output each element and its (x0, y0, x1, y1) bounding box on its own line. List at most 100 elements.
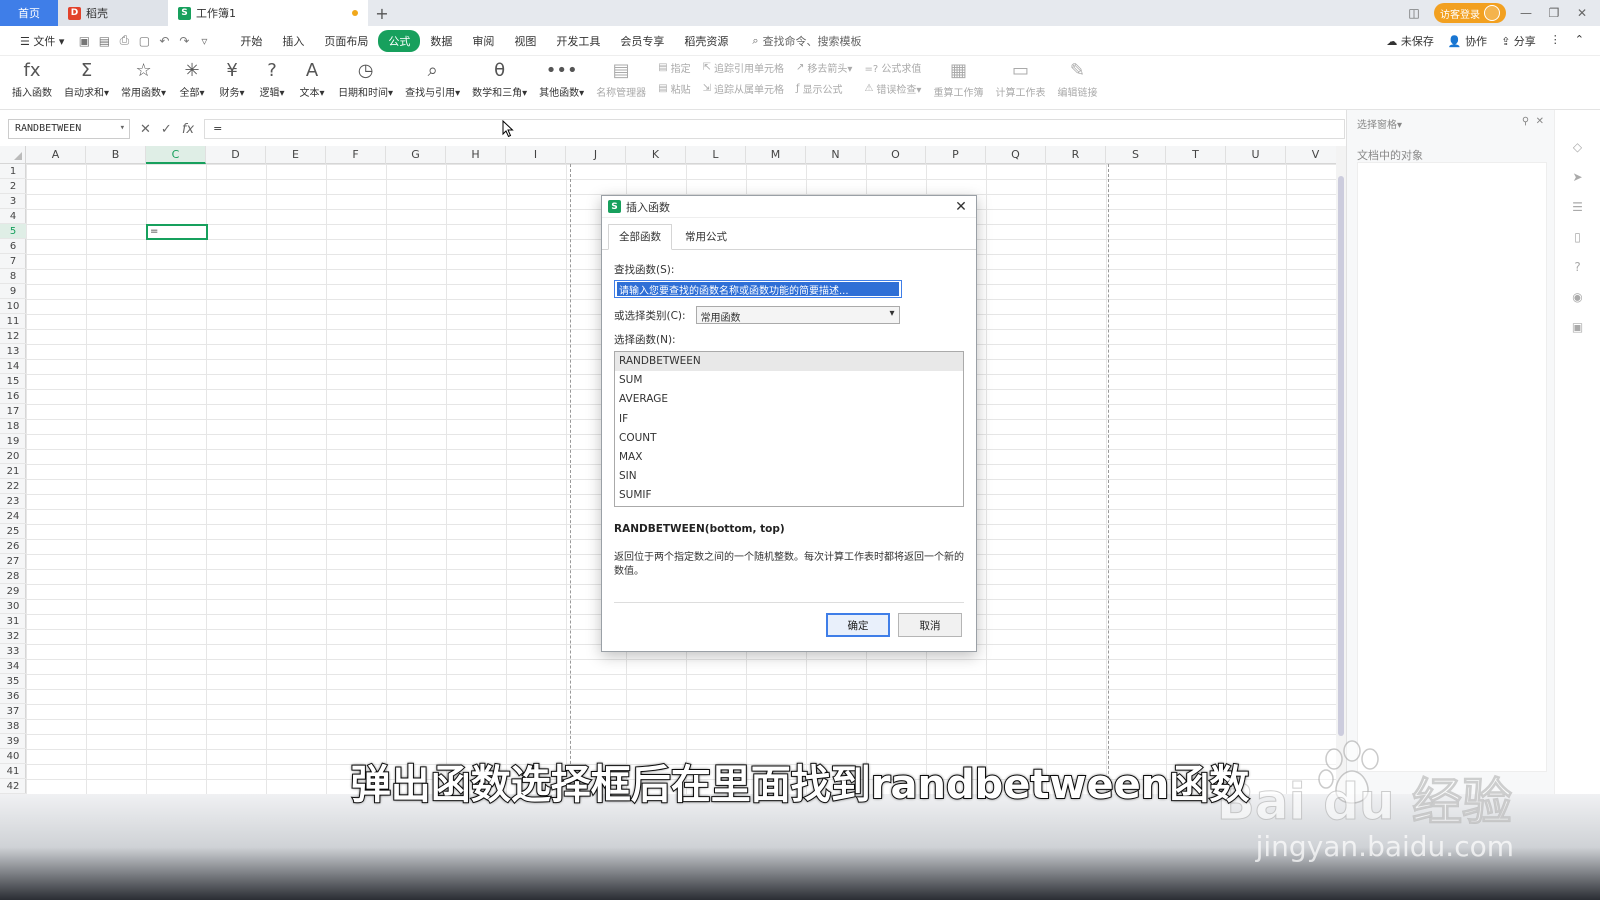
column-header-b[interactable]: B (86, 146, 146, 164)
recalc-workbook-button[interactable]: ▦ 重算工作簿 (927, 56, 989, 99)
column-header-d[interactable]: D (206, 146, 266, 164)
list-item[interactable]: MAX (615, 448, 963, 467)
dialog-close-icon[interactable]: ✕ (952, 199, 970, 215)
autosum-button[interactable]: Σ 自动求和▾ (58, 56, 115, 99)
row-header[interactable]: 23 (0, 494, 26, 509)
share-button[interactable]: ⇪ 分享 (1501, 33, 1536, 49)
column-header-u[interactable]: U (1226, 146, 1286, 164)
minimize-icon[interactable]: — (1518, 6, 1534, 20)
column-header-c[interactable]: C (146, 146, 206, 164)
column-header-e[interactable]: E (266, 146, 326, 164)
list-item[interactable]: RANDBETWEEN (615, 352, 963, 372)
row-header[interactable]: 36 (0, 689, 26, 704)
row-header[interactable]: 33 (0, 644, 26, 659)
menu-item-page-layout[interactable]: 页面布局 (314, 30, 378, 52)
name-box[interactable]: RANDBETWEEN (8, 119, 130, 139)
row-header[interactable]: 38 (0, 719, 26, 734)
list-item[interactable]: SUM (615, 371, 963, 390)
error-check-button[interactable]: ⚠ 错误检查▾ (864, 81, 921, 96)
tab-docer[interactable]: D 稻壳 (58, 0, 168, 26)
function-search-input[interactable] (617, 282, 899, 296)
select-all-corner[interactable] (0, 146, 26, 164)
row-header[interactable]: 27 (0, 554, 26, 569)
new-tab-plus-icon[interactable]: + (368, 0, 396, 26)
row-header[interactable]: 35 (0, 674, 26, 689)
row-header[interactable]: 32 (0, 629, 26, 644)
row-header[interactable]: 22 (0, 479, 26, 494)
math-trig-button[interactable]: θ 数学和三角▾ (466, 56, 533, 99)
row-header[interactable]: 11 (0, 314, 26, 329)
show-formulas-button[interactable]: ƒ 显示公式 (796, 81, 852, 96)
trace-precedents-button[interactable]: ⇱ 追踪引用单元格 (703, 60, 784, 75)
list-item[interactable]: COUNT (615, 429, 963, 448)
layout-toggle-icon[interactable]: ◫ (1406, 6, 1422, 20)
row-header[interactable]: 3 (0, 194, 26, 209)
row-header[interactable]: 34 (0, 659, 26, 674)
row-header[interactable]: 19 (0, 434, 26, 449)
row-header[interactable]: 24 (0, 509, 26, 524)
customize-chevron-down-icon[interactable]: ▿ (194, 34, 214, 48)
tab-all-functions[interactable]: 全部函数 (608, 224, 672, 250)
evaluate-formula-button[interactable]: =? 公式求值 (864, 60, 921, 75)
menu-item-data[interactable]: 数据 (420, 30, 462, 52)
restore-icon[interactable]: ❐ (1546, 6, 1562, 20)
help-icon[interactable]: ? (1574, 260, 1580, 274)
shape-icon[interactable]: ◇ (1573, 140, 1582, 154)
lookup-reference-button[interactable]: ⌕ 查找与引用▾ (399, 56, 466, 99)
cancel-button[interactable]: 取消 (898, 613, 962, 637)
row-header[interactable]: 1 (0, 164, 26, 179)
row-header[interactable]: 6 (0, 239, 26, 254)
command-search[interactable]: ⌕ 查找命令、搜索模板 (752, 33, 861, 49)
column-header-o[interactable]: O (866, 146, 926, 164)
define-name-button[interactable]: ▤ 指定 (658, 60, 690, 75)
remove-arrows-button[interactable]: ↗ 移去箭头▾ (796, 60, 852, 75)
active-cell-c5[interactable]: = (146, 224, 208, 240)
text-button[interactable]: A 文本▾ (292, 56, 332, 99)
fx-formula-icon[interactable]: fx (182, 122, 194, 137)
column-header-f[interactable]: F (326, 146, 386, 164)
row-header[interactable]: 17 (0, 404, 26, 419)
column-header-v[interactable]: V (1286, 146, 1336, 164)
row-header[interactable]: 4 (0, 209, 26, 224)
row-header[interactable]: 31 (0, 614, 26, 629)
column-header-s[interactable]: S (1106, 146, 1166, 164)
sliders-icon[interactable]: ☰ (1572, 200, 1583, 214)
logical-button[interactable]: ? 逻辑▾ (252, 56, 292, 99)
unsaved-status[interactable]: ☁ 未保存 (1386, 33, 1434, 49)
row-header[interactable]: 28 (0, 569, 26, 584)
undo-icon[interactable]: ↶ (154, 34, 174, 48)
column-header-j[interactable]: J (566, 146, 626, 164)
row-header[interactable]: 18 (0, 419, 26, 434)
tab-home[interactable]: 首页 (0, 0, 58, 26)
column-header-i[interactable]: I (506, 146, 566, 164)
column-header-p[interactable]: P (926, 146, 986, 164)
menu-item-developer[interactable]: 开发工具 (546, 30, 610, 52)
formula-input[interactable]: = (204, 119, 1345, 139)
other-functions-button[interactable]: ••• 其他函数▾ (533, 56, 590, 99)
column-header-m[interactable]: M (746, 146, 806, 164)
column-header-r[interactable]: R (1046, 146, 1106, 164)
row-header[interactable]: 30 (0, 599, 26, 614)
menu-item-docer-resources[interactable]: 稻壳资源 (674, 30, 738, 52)
row-header[interactable]: 26 (0, 539, 26, 554)
column-header-h[interactable]: H (446, 146, 506, 164)
row-header[interactable]: 15 (0, 374, 26, 389)
close-window-icon[interactable]: ✕ (1574, 6, 1590, 20)
scrollbar-thumb[interactable] (1338, 176, 1344, 736)
trace-dependents-button[interactable]: ⇲ 追踪从属单元格 (703, 81, 784, 96)
collapse-ribbon-icon[interactable]: ⌃ (1575, 33, 1584, 49)
location-icon[interactable]: ◉ (1572, 290, 1582, 304)
pointer-icon[interactable]: ➤ (1572, 170, 1582, 184)
menu-item-view[interactable]: 视图 (504, 30, 546, 52)
confirm-check-icon[interactable]: ✓ (161, 122, 172, 137)
date-time-button[interactable]: ◷ 日期和时间▾ (332, 56, 399, 99)
list-item[interactable]: SUMIF (615, 486, 963, 505)
row-header[interactable]: 2 (0, 179, 26, 194)
row-header[interactable]: 37 (0, 704, 26, 719)
financial-button[interactable]: ¥ 财务▾ (212, 56, 252, 99)
column-header-n[interactable]: N (806, 146, 866, 164)
document-icon[interactable]: ▯ (1574, 230, 1581, 244)
selection-pane-title[interactable]: 选择窗格▾ (1357, 116, 1402, 131)
menu-item-insert[interactable]: 插入 (272, 30, 314, 52)
list-item[interactable]: SIN (615, 467, 963, 486)
